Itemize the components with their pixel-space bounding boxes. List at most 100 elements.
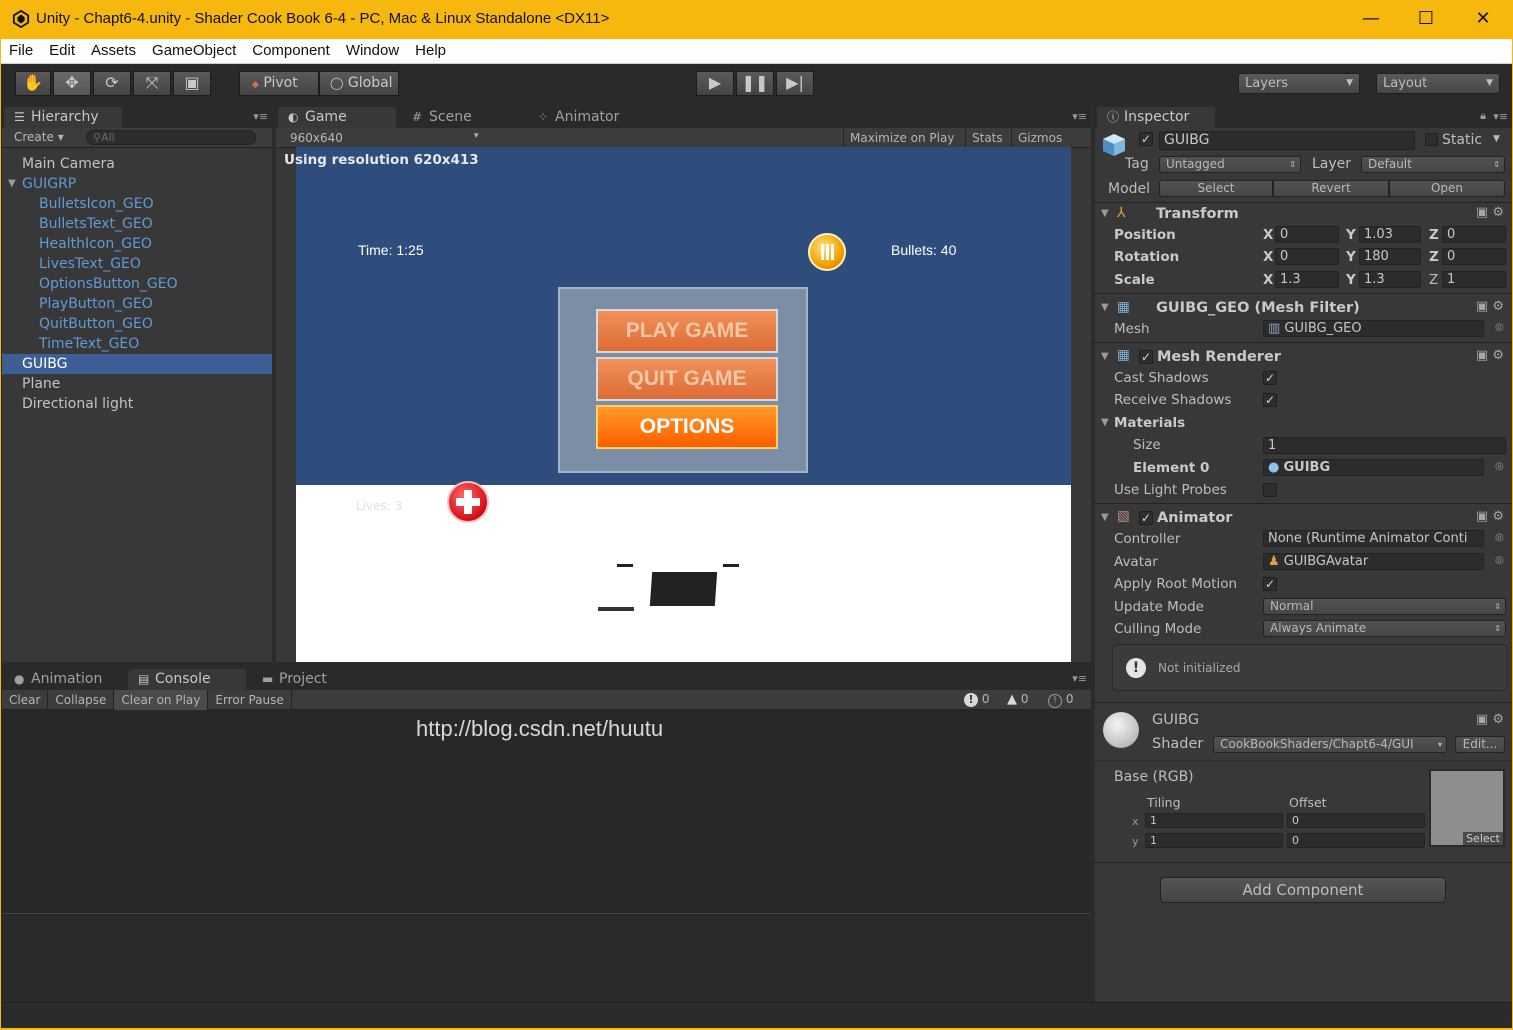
- menu-window[interactable]: Window: [338, 39, 407, 63]
- hierarchy-item[interactable]: Main Camera: [2, 154, 272, 174]
- collapse-button[interactable]: Collapse: [48, 690, 115, 710]
- layout-dropdown[interactable]: Layout ▼: [1376, 73, 1500, 94]
- avatar-field[interactable]: ♟ GUIBGAvatar: [1263, 553, 1484, 570]
- hierarchy-item[interactable]: HealthIcon_GEO: [2, 234, 272, 254]
- component-help-settings-icon[interactable]: ▣ ⚙: [1476, 205, 1504, 220]
- quit-game-button[interactable]: QUIT GAME: [596, 357, 778, 401]
- rect-tool-icon[interactable]: ▣: [173, 71, 211, 96]
- rotation-z-field[interactable]: 0: [1442, 248, 1506, 265]
- offset-y-field[interactable]: 0: [1287, 833, 1425, 848]
- layer-dropdown[interactable]: Default ⇕: [1361, 156, 1505, 173]
- clear-button[interactable]: Clear: [2, 690, 49, 710]
- layers-dropdown[interactable]: Layers ▼: [1238, 73, 1360, 94]
- object-name-field[interactable]: GUIBG: [1159, 131, 1415, 150]
- resolution-dropdown[interactable]: 960x640: [290, 131, 343, 145]
- maximize-button[interactable]: ☐: [1403, 4, 1449, 34]
- foldout-arrow-icon[interactable]: ▼: [1101, 512, 1109, 523]
- object-picker-icon[interactable]: ◎: [1495, 555, 1504, 566]
- hierarchy-search-input[interactable]: ⚲All: [86, 130, 256, 145]
- menu-component[interactable]: Component: [244, 39, 338, 63]
- close-button[interactable]: ✕: [1460, 4, 1506, 34]
- console-log-area[interactable]: http://blog.csdn.net/huutu: [2, 710, 1091, 914]
- tab-game[interactable]: ◐ Game: [278, 107, 396, 128]
- shader-edit-button[interactable]: Edit...: [1455, 736, 1505, 753]
- menu-help[interactable]: Help: [407, 39, 454, 63]
- hierarchy-item[interactable]: TimeText_GEO: [2, 334, 272, 354]
- add-component-button[interactable]: Add Component: [1160, 877, 1446, 903]
- lock-icon[interactable]: 🔒︎: [1480, 109, 1486, 123]
- stats-toggle[interactable]: Stats: [965, 128, 1009, 148]
- cast-shadows-checkbox[interactable]: ✓: [1263, 371, 1277, 385]
- panel-menu-icon[interactable]: ▾≡: [1072, 110, 1087, 123]
- foldout-arrow-icon[interactable]: ▼: [1101, 208, 1109, 219]
- warning-filter[interactable]: ▲ 0: [1007, 692, 1028, 707]
- error-filter[interactable]: ! 0: [964, 692, 989, 707]
- scale-x-field[interactable]: 1.3: [1275, 271, 1339, 288]
- rotate-tool-icon[interactable]: ⟳: [93, 71, 131, 96]
- hierarchy-item[interactable]: BulletsText_GEO: [2, 214, 272, 234]
- culling-mode-dropdown[interactable]: Always Animate ⇕: [1263, 620, 1506, 637]
- log-filter[interactable]: ! 0: [1048, 692, 1073, 708]
- tab-animator[interactable]: ⁘ Animator: [528, 107, 646, 128]
- tab-animation[interactable]: ● Animation: [4, 669, 122, 690]
- move-tool-icon[interactable]: ✥: [53, 71, 91, 96]
- rotation-y-field[interactable]: 180: [1359, 248, 1421, 265]
- controller-field[interactable]: None (Runtime Animator Conti: [1263, 530, 1484, 547]
- model-revert-button[interactable]: Revert: [1273, 180, 1389, 197]
- game-viewport[interactable]: Time: 1:25 Bullets: 40 PLAY GAME QUIT GA…: [296, 147, 1071, 662]
- receive-shadows-checkbox[interactable]: ✓: [1263, 393, 1277, 407]
- step-button[interactable]: ▶|: [776, 71, 814, 96]
- apply-root-motion-checkbox[interactable]: ✓: [1263, 577, 1277, 591]
- scale-y-field[interactable]: 1.3: [1359, 271, 1421, 288]
- use-light-probes-checkbox[interactable]: [1263, 483, 1277, 497]
- model-open-button[interactable]: Open: [1389, 180, 1505, 197]
- play-game-button[interactable]: PLAY GAME: [596, 309, 778, 353]
- panel-menu-icon[interactable]: ▾≡: [1072, 672, 1087, 685]
- component-help-settings-icon[interactable]: ▣ ⚙: [1476, 299, 1504, 314]
- object-picker-icon[interactable]: ◎: [1495, 322, 1504, 333]
- menu-file[interactable]: File: [1, 39, 41, 63]
- hierarchy-item[interactable]: OptionsButton_GEO: [2, 274, 272, 294]
- foldout-arrow-icon[interactable]: ▼: [8, 174, 16, 194]
- foldout-arrow-icon[interactable]: ▼: [1101, 417, 1109, 428]
- hierarchy-item[interactable]: GUIBG: [2, 354, 272, 374]
- element-0-field[interactable]: ● GUIBG: [1263, 459, 1484, 476]
- hierarchy-item[interactable]: QuitButton_GEO: [2, 314, 272, 334]
- foldout-arrow-icon[interactable]: ▼: [1101, 302, 1109, 313]
- offset-x-field[interactable]: 0: [1287, 813, 1425, 828]
- error-pause-button[interactable]: Error Pause: [208, 690, 292, 710]
- panel-menu-icon[interactable]: ▾≡: [253, 110, 268, 123]
- mesh-renderer-enabled-checkbox[interactable]: ✓: [1139, 350, 1153, 364]
- component-help-settings-icon[interactable]: ▣ ⚙: [1476, 712, 1504, 727]
- component-help-settings-icon[interactable]: ▣ ⚙: [1476, 348, 1504, 363]
- object-picker-icon[interactable]: ◎: [1495, 532, 1504, 543]
- shader-dropdown[interactable]: CookBookShaders/Chapt6-4/GUI ▾: [1213, 736, 1447, 753]
- position-y-field[interactable]: 1.03: [1359, 226, 1421, 243]
- pause-button[interactable]: ❚❚: [736, 71, 774, 96]
- hierarchy-item[interactable]: PlayButton_GEO: [2, 294, 272, 314]
- tab-scene[interactable]: # Scene: [402, 107, 520, 128]
- position-z-field[interactable]: 0: [1442, 226, 1506, 243]
- rotation-x-field[interactable]: 0: [1275, 248, 1339, 265]
- active-checkbox[interactable]: ✓: [1139, 132, 1153, 146]
- update-mode-dropdown[interactable]: Normal ⇕: [1263, 598, 1506, 615]
- hierarchy-item[interactable]: LivesText_GEO: [2, 254, 272, 274]
- tab-inspector[interactable]: ⓘ Inspector: [1097, 107, 1215, 128]
- hierarchy-item[interactable]: ▼ GUIGRP: [2, 174, 272, 194]
- hierarchy-item[interactable]: BulletsIcon_GEO: [2, 194, 272, 214]
- maximize-on-play-toggle[interactable]: Maximize on Play: [843, 128, 960, 148]
- hand-tool-icon[interactable]: ✋: [15, 71, 51, 96]
- pivot-toggle[interactable]: ◆ Pivot: [239, 71, 319, 96]
- animator-enabled-checkbox[interactable]: ✓: [1139, 511, 1153, 525]
- scale-tool-icon[interactable]: ⤧: [133, 71, 171, 96]
- panel-menu-icon[interactable]: ▾≡: [1493, 110, 1508, 123]
- tab-hierarchy[interactable]: ☰ Hierarchy: [4, 107, 122, 128]
- tab-project[interactable]: ▬ Project: [252, 669, 370, 690]
- menu-gameobject[interactable]: GameObject: [144, 39, 244, 63]
- texture-slot[interactable]: Select: [1429, 769, 1505, 847]
- tab-console[interactable]: ▤ Console: [128, 669, 246, 690]
- tiling-y-field[interactable]: 1: [1145, 833, 1283, 848]
- clear-on-play-button[interactable]: Clear on Play: [114, 690, 209, 710]
- tag-dropdown[interactable]: Untagged ⇕: [1159, 156, 1301, 173]
- component-help-settings-icon[interactable]: ▣ ⚙: [1476, 509, 1504, 524]
